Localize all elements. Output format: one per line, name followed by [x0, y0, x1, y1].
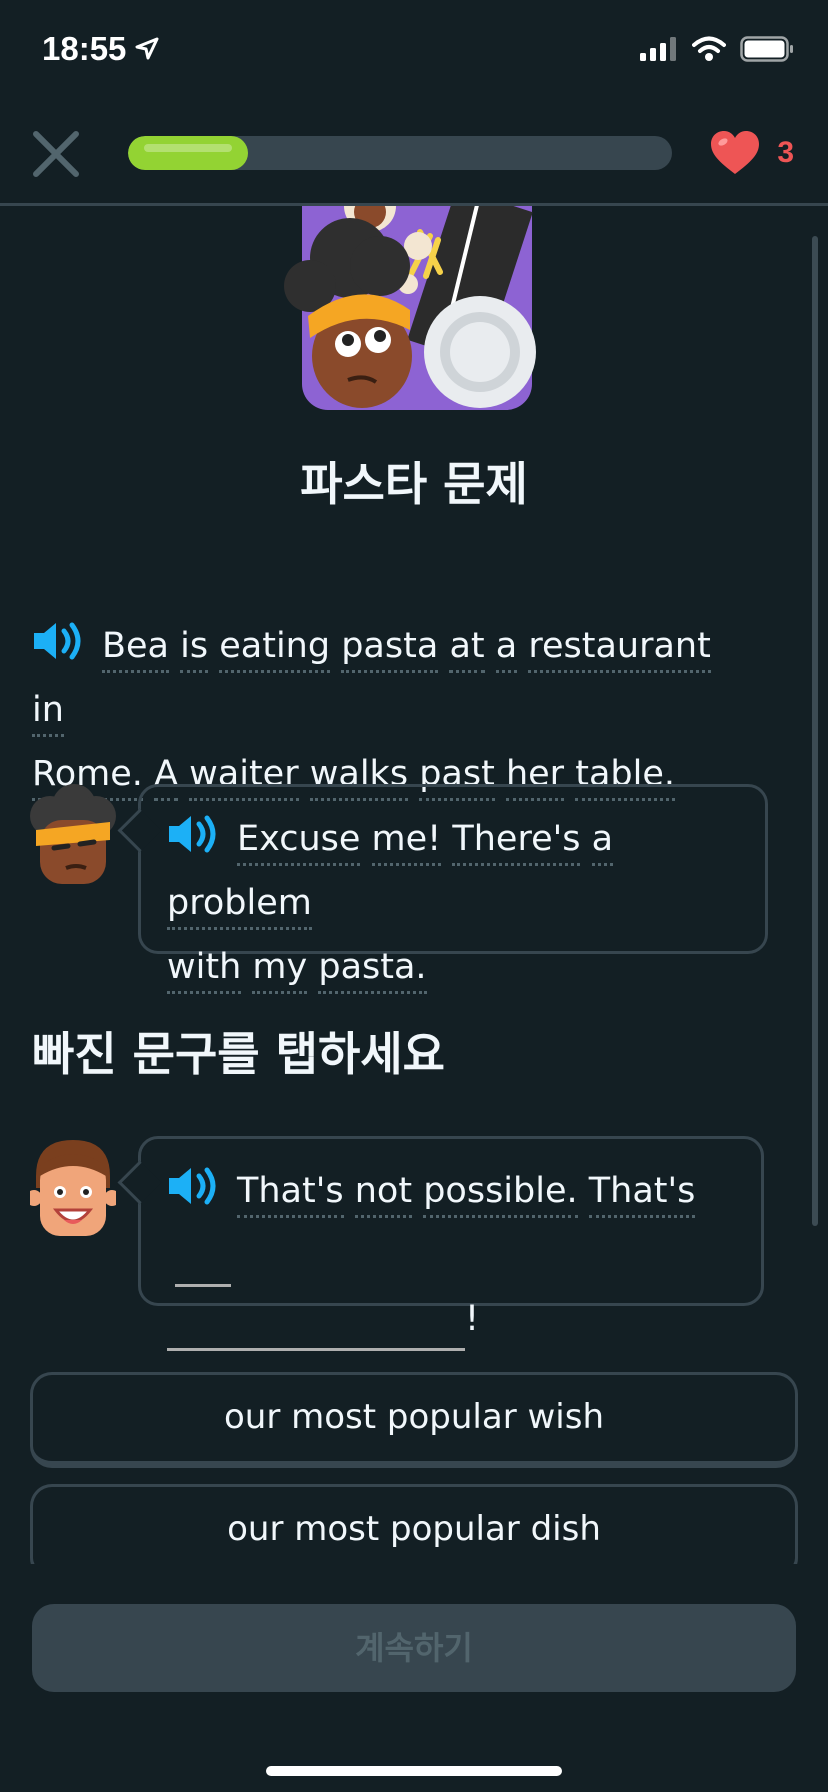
- lesson-progress-fill: [128, 136, 248, 170]
- dialogue-line-waiter: That's not possible. That's!: [26, 1136, 770, 1351]
- speaker-icon[interactable]: [32, 619, 84, 663]
- narration-word[interactable]: at: [449, 626, 485, 673]
- location-arrow-icon: [135, 37, 159, 60]
- dialogue-word[interactable]: That's: [588, 1171, 696, 1218]
- heart-icon: [711, 131, 760, 174]
- dialogue-word[interactable]: pasta.: [318, 947, 427, 994]
- speech-bubble: That's not possible. That's!: [138, 1136, 764, 1351]
- wifi-icon: [692, 36, 726, 61]
- exercise-instruction: 빠진 문구를 탭하세요: [32, 1027, 445, 1081]
- close-icon: [33, 131, 79, 177]
- speaker-icon[interactable]: [167, 1164, 219, 1208]
- narration-word[interactable]: pasta: [341, 626, 439, 673]
- narration-word[interactable]: restaurant: [528, 626, 711, 673]
- dialogue-word[interactable]: problem: [167, 883, 312, 930]
- status-bar: 18:55: [0, 0, 828, 100]
- dialogue-word[interactable]: That's: [237, 1171, 344, 1218]
- answer-option[interactable]: our most popular wish: [30, 1372, 798, 1468]
- narration-word[interactable]: Bea: [102, 626, 169, 673]
- close-button[interactable]: [28, 126, 84, 182]
- scrollbar[interactable]: [812, 236, 818, 1226]
- continue-button[interactable]: 계속하기: [32, 1604, 796, 1692]
- battery-icon: [740, 36, 793, 62]
- answer-blank: [175, 1243, 231, 1287]
- waiter-avatar: [26, 1136, 120, 1246]
- sentence-end: !: [465, 1299, 480, 1339]
- cellular-signal-icon: [640, 37, 676, 61]
- dialogue-word[interactable]: Excuse: [237, 819, 361, 866]
- dialogue-word[interactable]: a: [591, 819, 614, 866]
- bea-avatar: [30, 784, 116, 894]
- answer-options: our most popular wish our most popular d…: [0, 1360, 828, 1564]
- dialogue-word[interactable]: me!: [371, 819, 442, 866]
- status-time: 18:55: [42, 30, 127, 67]
- lesson-progress-bar: [128, 136, 672, 170]
- home-indicator[interactable]: [266, 1766, 562, 1776]
- narration-word[interactable]: is: [180, 626, 209, 673]
- story-title: 파스타 문제: [300, 457, 528, 511]
- dialogue-line-bea: Excuse me! There's a problem with my past…: [30, 784, 770, 994]
- speech-bubble: Excuse me! There's a problem with my past…: [138, 784, 768, 994]
- narration-word[interactable]: eating: [219, 626, 331, 673]
- lesson-header: 3: [0, 100, 828, 206]
- answer-option[interactable]: our most popular dish: [30, 1484, 798, 1564]
- narration-word[interactable]: a: [495, 626, 518, 673]
- dialogue-word[interactable]: possible.: [423, 1171, 578, 1218]
- dialogue-word[interactable]: There's: [452, 819, 581, 866]
- narration-word[interactable]: in: [32, 690, 64, 737]
- story-illustration: [280, 206, 550, 422]
- hearts-indicator[interactable]: 3: [709, 130, 794, 176]
- dialogue-word[interactable]: my: [252, 947, 308, 994]
- dialogue-word[interactable]: with: [167, 947, 242, 994]
- hearts-count: 3: [777, 136, 794, 169]
- dialogue-word[interactable]: not: [354, 1171, 413, 1218]
- speaker-icon[interactable]: [167, 812, 219, 856]
- answer-blank: [167, 1307, 465, 1351]
- story-narration: Bea is eating pasta at a restaurant in Ro…: [32, 614, 732, 806]
